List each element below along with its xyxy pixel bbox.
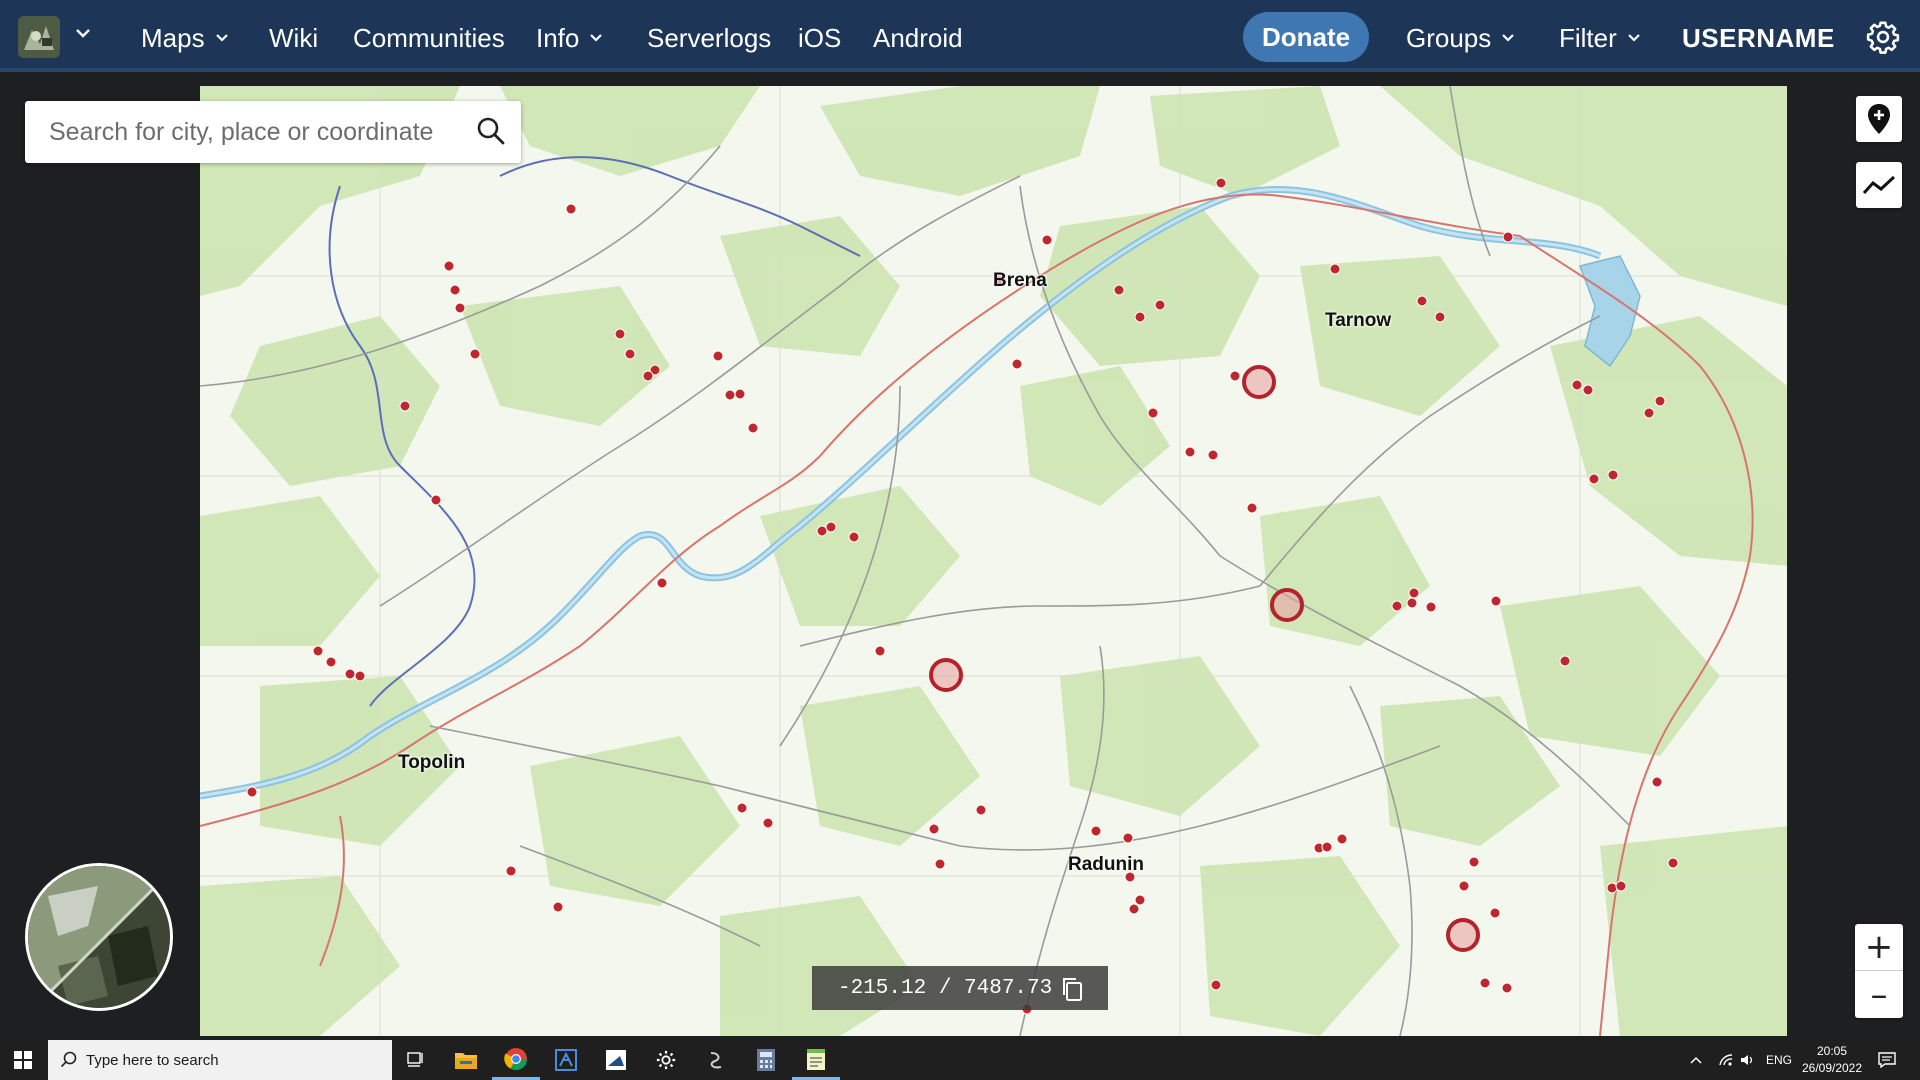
windows-taskbar: Type here to search ENG 20:05 26/09/2022 [0, 1040, 1920, 1080]
logo-chevron-down-icon[interactable] [74, 26, 92, 40]
nav-filter-label: Filter [1559, 23, 1617, 53]
calculator-icon [757, 1049, 775, 1071]
taskbar-search-placeholder: Type here to search [86, 1051, 219, 1069]
chevron-down-icon [1502, 34, 1515, 42]
username-label[interactable]: USERNAME [1682, 20, 1835, 56]
zoom-in-button[interactable]: + [1855, 924, 1903, 971]
map-container: Brena Tarnow Topolin Radunin Search for … [0, 76, 1920, 1036]
add-marker-button[interactable] [1856, 96, 1902, 142]
tray-volume[interactable] [1740, 1040, 1756, 1080]
wifi-icon [1719, 1054, 1733, 1066]
chrome-icon [504, 1047, 527, 1070]
nav-serverlogs-label: Serverlogs [647, 23, 772, 53]
donate-button[interactable]: Donate [1243, 12, 1369, 62]
gear-icon [656, 1050, 676, 1070]
action-center-button[interactable] [1878, 1040, 1896, 1080]
system-tray [1690, 1040, 1702, 1080]
nav-info-menu[interactable]: Info [536, 20, 603, 56]
start-button[interactable] [0, 1040, 46, 1080]
map-label-topolin: Topolin [398, 752, 466, 773]
map-pin-add-icon [1868, 104, 1890, 134]
task-view-icon [407, 1052, 423, 1067]
windows-logo-icon [14, 1051, 32, 1069]
nav-communities-label: Communities [353, 23, 505, 53]
taskbar-search-box[interactable]: Type here to search [48, 1040, 392, 1080]
nav-maps-label: Maps [141, 23, 205, 53]
satellite-thumbnail-icon [28, 866, 170, 1008]
app-logo[interactable] [18, 16, 60, 58]
taskbar-app-hook[interactable] [692, 1040, 740, 1080]
speaker-icon [1741, 1055, 1753, 1065]
search-icon[interactable] [475, 115, 507, 147]
map-search-box [25, 101, 521, 163]
chevron-down-icon [215, 34, 228, 42]
zoom-control: + – [1855, 924, 1903, 1018]
nav-ios-label: iOS [798, 23, 842, 53]
nav-android-label: Android [873, 23, 963, 53]
coordinate-readout: -215.12 / 7487.73 [812, 966, 1108, 1010]
nav-wiki-link[interactable]: Wiki [269, 20, 318, 56]
chevron-up-icon[interactable] [1690, 1055, 1702, 1065]
zoom-out-button[interactable]: – [1855, 971, 1903, 1018]
nav-ios-link[interactable]: iOS [798, 20, 841, 56]
nav-groups-label: Groups [1406, 23, 1492, 53]
nav-filter-menu[interactable]: Filter [1559, 20, 1641, 56]
nav-communities-link[interactable]: Communities [353, 20, 505, 56]
nav-maps-menu[interactable]: Maps [141, 20, 229, 56]
chevron-down-icon [590, 34, 603, 42]
tray-language[interactable]: ENG [1766, 1040, 1792, 1080]
nav-android-link[interactable]: Android [873, 20, 963, 56]
task-view-button[interactable] [392, 1040, 440, 1080]
app-ship-icon [606, 1050, 626, 1070]
clock-date: 26/09/2022 [1801, 1061, 1863, 1075]
top-navigation-bar: Maps Wiki Communities Info Serverlogs iO… [0, 0, 1920, 72]
language-label: ENG [1766, 1053, 1793, 1067]
taskbar-settings[interactable] [642, 1040, 690, 1080]
taskbar-app-blue[interactable] [542, 1040, 590, 1080]
taskbar-chrome[interactable] [492, 1040, 540, 1080]
taskbar-notepad[interactable] [792, 1040, 840, 1080]
copy-icon[interactable] [1060, 976, 1084, 1002]
nav-groups-menu[interactable]: Groups [1406, 20, 1515, 56]
tray-network[interactable] [1718, 1040, 1734, 1080]
app-hook-icon [710, 1052, 722, 1069]
map-label-radunin: Radunin [1068, 854, 1144, 875]
gear-icon[interactable] [1866, 20, 1900, 54]
app-blue-logo-icon [555, 1049, 577, 1071]
map-label-tarnow: Tarnow [1325, 310, 1392, 331]
taskbar-file-explorer[interactable] [442, 1040, 490, 1080]
nav-serverlogs-link[interactable]: Serverlogs [647, 20, 771, 56]
taskbar-app-ship[interactable] [592, 1040, 640, 1080]
search-icon [60, 1051, 77, 1068]
topographic-map[interactable]: Brena Tarnow Topolin Radunin [200, 86, 1787, 1036]
taskbar-calculator[interactable] [742, 1040, 790, 1080]
nav-wiki-label: Wiki [269, 23, 319, 53]
folder-icon [455, 1053, 477, 1069]
clock-time: 20:05 [1816, 1044, 1848, 1058]
polyline-icon [1862, 175, 1896, 195]
map-terrain [200, 86, 1787, 1036]
map-search-input[interactable] [49, 117, 449, 147]
taskbar-clock[interactable]: 20:05 26/09/2022 [1794, 1043, 1870, 1077]
notepad-icon [807, 1048, 825, 1070]
satellite-layer-toggle[interactable] [25, 863, 173, 1011]
coordinate-text: -215.12 / 7487.73 [838, 976, 1053, 1000]
map-label-brena: Brena [993, 270, 1047, 291]
nav-info-label: Info [536, 23, 580, 53]
chevron-down-icon [1628, 34, 1640, 42]
notification-icon [1878, 1052, 1896, 1068]
measure-line-button[interactable] [1856, 162, 1902, 208]
logo-image-icon [18, 16, 60, 58]
